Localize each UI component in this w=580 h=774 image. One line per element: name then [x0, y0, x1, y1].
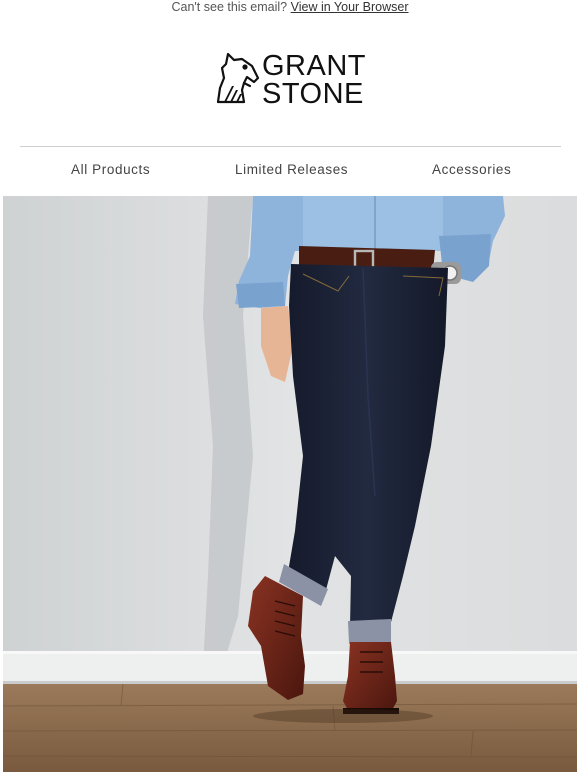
main-nav: All Products Limited Releases Accessorie… — [0, 162, 580, 182]
brand-wordmark: GRANT STONE — [262, 50, 366, 110]
preheader-text: Can't see this email? — [171, 0, 288, 14]
horse-head-icon — [216, 52, 260, 104]
header-divider — [20, 146, 561, 147]
nav-limited-releases[interactable]: Limited Releases — [235, 162, 348, 177]
email-page: Can't see this email? View in Your Brows… — [0, 0, 580, 774]
preheader: Can't see this email? View in Your Brows… — [0, 0, 580, 16]
nav-all-products[interactable]: All Products — [71, 162, 150, 177]
brand-line1: GRANT — [262, 50, 366, 82]
hero-photo — [3, 196, 577, 772]
hero-image[interactable] — [3, 196, 577, 772]
nav-accessories[interactable]: Accessories — [432, 162, 511, 177]
brand-logo[interactable]: GRANT STONE — [214, 50, 366, 110]
view-in-browser-link[interactable]: View in Your Browser — [291, 0, 409, 14]
brand-line2: STONE — [262, 78, 364, 110]
